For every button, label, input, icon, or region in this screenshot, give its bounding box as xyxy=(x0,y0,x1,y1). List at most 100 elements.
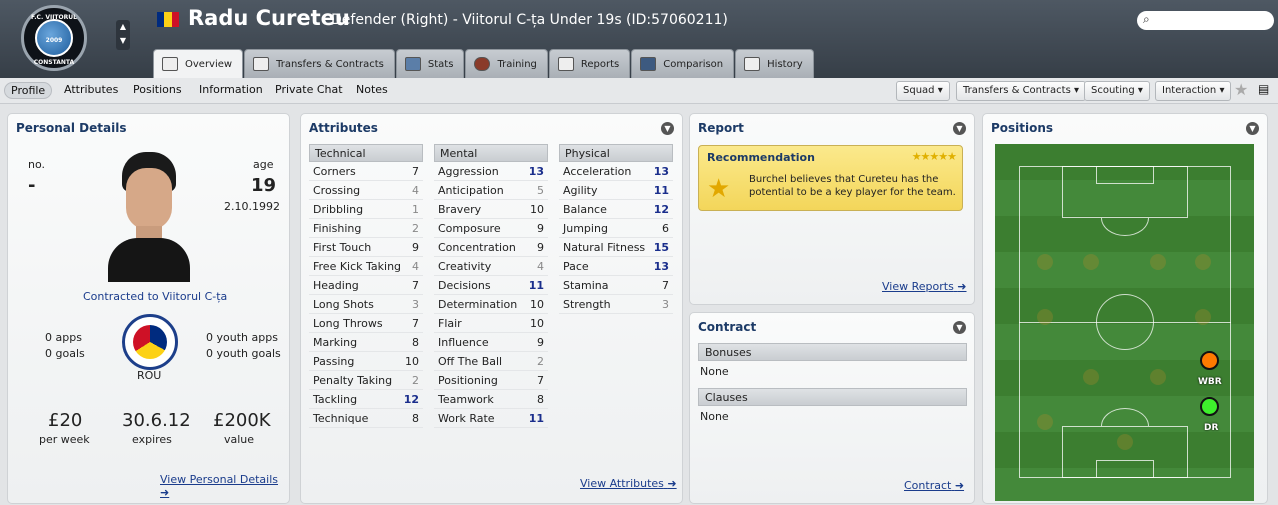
attribute-row[interactable]: Concentration 9 xyxy=(434,238,548,257)
tab-label: Stats xyxy=(427,58,454,70)
attribute-row[interactable]: Balance 12 xyxy=(559,200,673,219)
arrow-right-icon: ➜ xyxy=(957,280,967,293)
attribute-value: 3 xyxy=(662,297,669,311)
panel-title: Positions xyxy=(991,121,1054,135)
attribute-row[interactable]: Work Rate 11 xyxy=(434,409,548,428)
player-value: £200K xyxy=(213,410,271,431)
position-marker-wbr[interactable] xyxy=(1200,351,1219,370)
attribute-row[interactable]: Stamina 7 xyxy=(559,276,673,295)
attribute-row[interactable]: Determination 10 xyxy=(434,295,548,314)
tab-bar: Overview Transfers & Contracts Stats Tra… xyxy=(153,49,815,78)
nation-code: ROU xyxy=(137,369,162,382)
subnav-notes[interactable]: Notes xyxy=(356,83,388,96)
attribute-row[interactable]: Pace 13 xyxy=(559,257,673,276)
attribute-value: 7 xyxy=(537,373,544,387)
attribute-row[interactable]: Long Shots 3 xyxy=(309,295,423,314)
goals-count: 0 goals xyxy=(45,347,85,360)
tab-overview[interactable]: Overview xyxy=(153,49,244,78)
tab-transfers-contracts[interactable]: Transfers & Contracts xyxy=(244,49,395,78)
attribute-row[interactable]: Free Kick Taking 4 xyxy=(309,257,423,276)
attribute-value: 10 xyxy=(530,202,544,216)
attribute-row[interactable]: Flair 10 xyxy=(434,314,548,333)
attribute-value: 7 xyxy=(412,164,419,178)
position-slot xyxy=(1037,254,1053,270)
tab-training[interactable]: Training xyxy=(465,49,548,78)
attribute-row[interactable]: Composure 9 xyxy=(434,219,548,238)
attribute-name: Work Rate xyxy=(438,411,495,425)
view-reports-link[interactable]: View Reports ➜ xyxy=(882,280,967,293)
attribute-value: 8 xyxy=(412,335,419,349)
attribute-row[interactable]: Tackling 12 xyxy=(309,390,423,409)
attribute-row[interactable]: Heading 7 xyxy=(309,276,423,295)
contract-link[interactable]: Contract ➜ xyxy=(904,479,964,492)
column-header: Mental xyxy=(434,144,548,162)
attribute-row[interactable]: Strength 3 xyxy=(559,295,673,314)
attribute-row[interactable]: Positioning 7 xyxy=(434,371,548,390)
attribute-row[interactable]: Agility 11 xyxy=(559,181,673,200)
club-crest[interactable]: F.C. VIITORUL 2009 CONSTANTA xyxy=(21,5,87,71)
attribute-row[interactable]: Decisions 11 xyxy=(434,276,548,295)
subnav-positions[interactable]: Positions xyxy=(133,83,182,96)
panel-menu-icon[interactable]: ▼ xyxy=(661,122,674,135)
search-input[interactable]: ⌕ xyxy=(1137,11,1274,30)
attribute-row[interactable]: Off The Ball 2 xyxy=(434,352,548,371)
view-personal-details-link[interactable]: View Personal Details ➜ xyxy=(160,473,289,499)
attribute-row[interactable]: Natural Fitness 15 xyxy=(559,238,673,257)
interaction-dropdown[interactable]: Interaction ▾ xyxy=(1155,81,1232,101)
attribute-name: Decisions xyxy=(438,278,491,292)
attribute-row[interactable]: Technique 8 xyxy=(309,409,423,428)
contract-status-link[interactable]: Contracted to Viitorul C-ța xyxy=(83,290,227,303)
attribute-name: Agility xyxy=(563,183,598,197)
add-note-icon[interactable]: ▤ xyxy=(1258,82,1269,96)
attribute-row[interactable]: Jumping 6 xyxy=(559,219,673,238)
subnav-information[interactable]: Information xyxy=(199,83,263,96)
position-marker-dr[interactable] xyxy=(1200,397,1219,416)
attribute-row[interactable]: Marking 8 xyxy=(309,333,423,352)
attribute-name: Creativity xyxy=(438,259,492,273)
attribute-row[interactable]: Acceleration 13 xyxy=(559,162,673,181)
attribute-row[interactable]: Dribbling 1 xyxy=(309,200,423,219)
history-icon xyxy=(744,57,761,71)
attribute-row[interactable]: Penalty Taking 2 xyxy=(309,371,423,390)
scouting-dropdown[interactable]: Scouting ▾ xyxy=(1084,81,1150,101)
report-panel: Report ▼ Recommendation ★★★★★ ★ Burchel … xyxy=(689,113,975,305)
panel-menu-icon[interactable]: ▼ xyxy=(953,321,966,334)
attribute-row[interactable]: Bravery 10 xyxy=(434,200,548,219)
attribute-row[interactable]: Creativity 4 xyxy=(434,257,548,276)
attribute-row[interactable]: Teamwork 8 xyxy=(434,390,548,409)
tab-reports[interactable]: Reports xyxy=(548,49,631,78)
attribute-name: Composure xyxy=(438,221,501,235)
view-attributes-link[interactable]: View Attributes ➜ xyxy=(580,477,677,490)
squad-dropdown[interactable]: Squad ▾ xyxy=(896,81,950,101)
attribute-name: Long Throws xyxy=(313,316,383,330)
transfers-contracts-dropdown[interactable]: Transfers & Contracts ▾ xyxy=(956,81,1087,101)
crest-text-bottom: CONSTANTA xyxy=(33,59,75,66)
attribute-row[interactable]: Finishing 2 xyxy=(309,219,423,238)
star-icon[interactable]: ★ xyxy=(1234,80,1248,99)
player-scroll-arrows[interactable]: ▲ ▼ xyxy=(116,20,130,50)
subnav-private-chat[interactable]: Private Chat xyxy=(275,83,343,96)
attribute-row[interactable]: Long Throws 7 xyxy=(309,314,423,333)
attribute-row[interactable]: Passing 10 xyxy=(309,352,423,371)
tab-stats[interactable]: Stats xyxy=(395,49,465,78)
attribute-row[interactable]: Influence 9 xyxy=(434,333,548,352)
panel-menu-icon[interactable]: ▼ xyxy=(953,122,966,135)
attribute-row[interactable]: First Touch 9 xyxy=(309,238,423,257)
attribute-value: 2 xyxy=(412,221,419,235)
tab-comparison[interactable]: Comparison xyxy=(631,49,735,78)
overview-icon xyxy=(162,57,178,71)
attribute-row[interactable]: Aggression 13 xyxy=(434,162,548,181)
tab-label: Comparison xyxy=(663,58,724,70)
attribute-row[interactable]: Crossing 4 xyxy=(309,181,423,200)
attribute-name: Teamwork xyxy=(438,392,494,406)
subnav-profile[interactable]: Profile xyxy=(4,82,53,99)
subnav-attributes[interactable]: Attributes xyxy=(64,83,118,96)
attribute-name: Flair xyxy=(438,316,462,330)
attribute-row[interactable]: Corners 7 xyxy=(309,162,423,181)
tab-history[interactable]: History xyxy=(735,49,814,78)
panel-menu-icon[interactable]: ▼ xyxy=(1246,122,1259,135)
tab-label: Reports xyxy=(580,58,620,70)
attribute-row[interactable]: Anticipation 5 xyxy=(434,181,548,200)
attribute-value: 8 xyxy=(412,411,419,425)
attribute-value: 1 xyxy=(412,202,419,216)
